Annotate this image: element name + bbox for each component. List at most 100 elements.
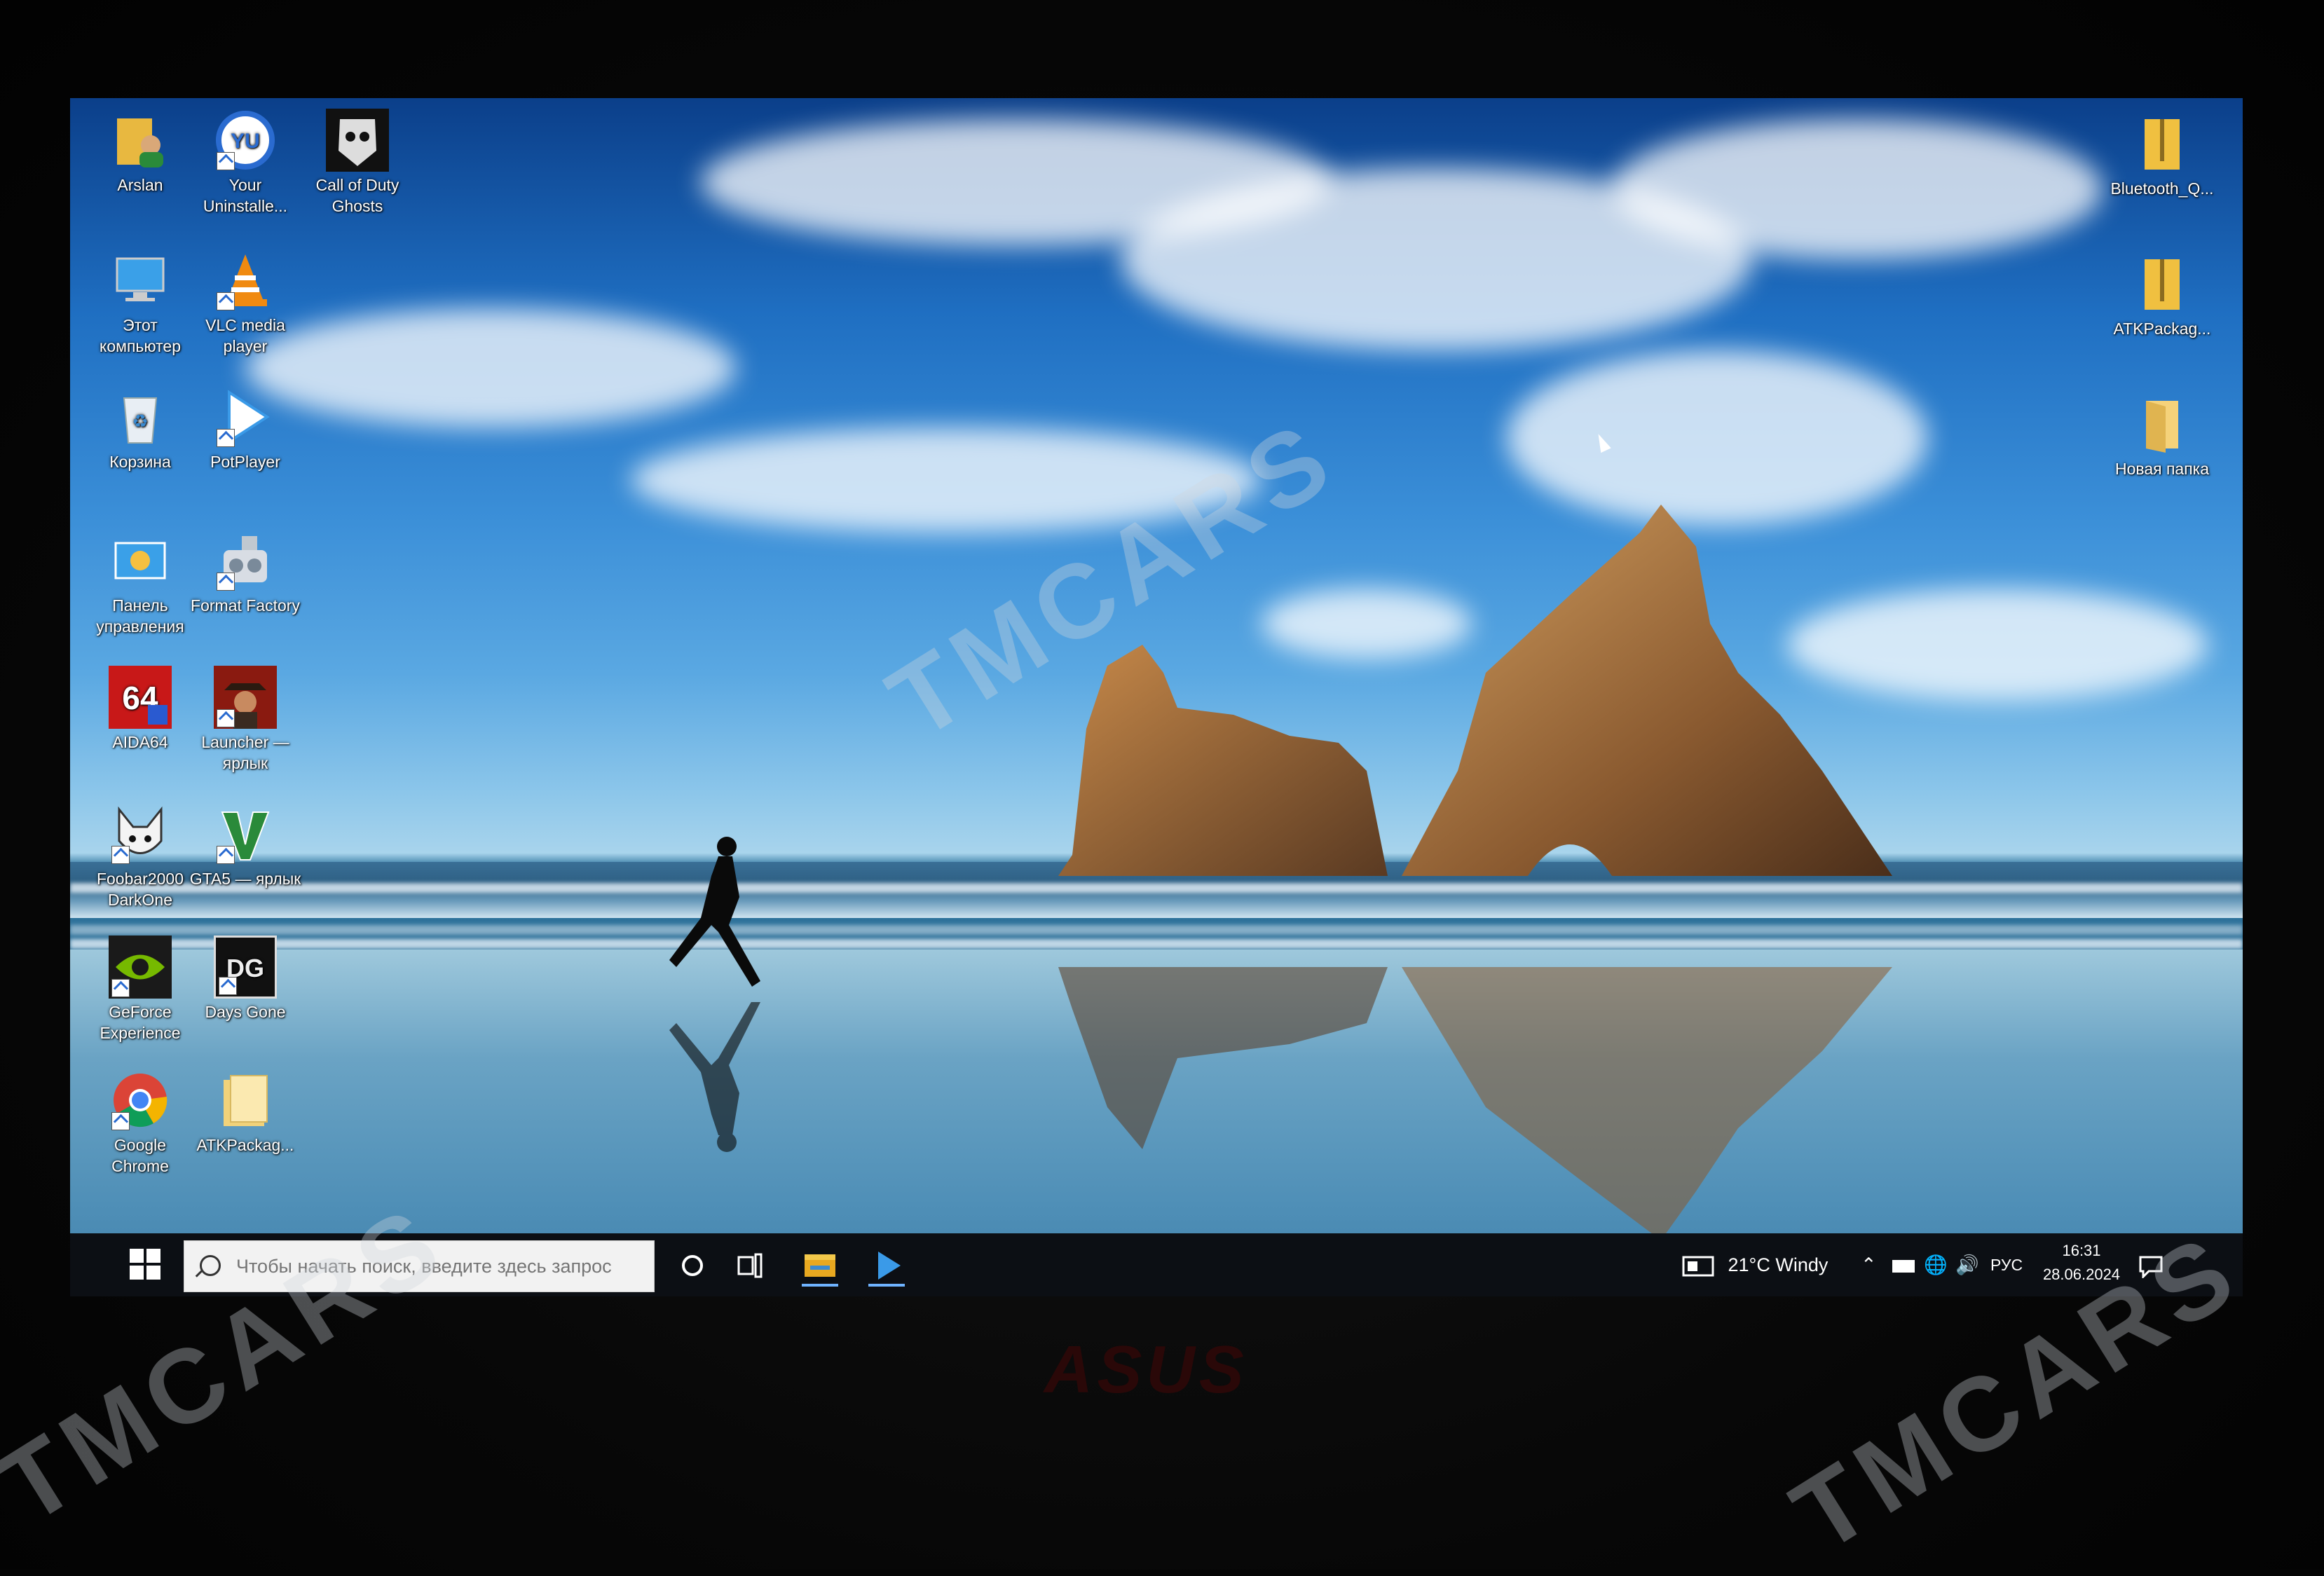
desktop-icon-aida64[interactable]: 64 AIDA64 bbox=[84, 666, 196, 753]
shortcut-arrow-icon bbox=[111, 846, 130, 864]
desktop-icon-potplayer[interactable]: PotPlayer bbox=[189, 385, 301, 472]
zip-archive-icon bbox=[2131, 252, 2194, 315]
icon-label: Format Factory bbox=[191, 596, 300, 615]
desktop-icon-days-gone[interactable]: DG Days Gone bbox=[189, 936, 301, 1022]
icon-label: Foobar2000 DarkOne bbox=[96, 870, 184, 909]
desktop-icon-this-computer[interactable]: Этот компьютер bbox=[84, 249, 196, 357]
shortcut-arrow-icon bbox=[217, 573, 235, 591]
desktop-icon-launcher[interactable]: Launcher — ярлык bbox=[189, 666, 301, 774]
foobar-cat-icon bbox=[109, 802, 172, 865]
desktop-icon-vlc[interactable]: VLC media player bbox=[189, 249, 301, 357]
svg-text:♻: ♻ bbox=[132, 411, 148, 432]
language-label: РУС bbox=[1990, 1256, 2023, 1274]
task-view-icon bbox=[737, 1253, 763, 1278]
shortcut-arrow-icon bbox=[219, 977, 237, 995]
cloud bbox=[245, 308, 736, 427]
icon-label: Панель управления bbox=[96, 596, 184, 636]
file-explorer-icon bbox=[805, 1254, 835, 1277]
shortcut-arrow-icon bbox=[111, 979, 130, 997]
network-indicator[interactable]: 🌐 bbox=[1924, 1233, 1948, 1296]
show-hidden-icons-button[interactable]: ⌃ bbox=[1861, 1233, 1877, 1296]
shortcut-arrow-icon bbox=[217, 152, 235, 170]
desktop-icon-control-panel[interactable]: Панель управления bbox=[84, 529, 196, 637]
file-explorer-taskbar-button[interactable] bbox=[799, 1245, 841, 1287]
cloud bbox=[1612, 119, 2103, 259]
your-uninstaller-icon: YU bbox=[214, 109, 277, 172]
vlc-cone-icon bbox=[214, 249, 277, 312]
task-view-button[interactable] bbox=[729, 1245, 771, 1287]
desktop-icon-arslan[interactable]: Arslan bbox=[84, 109, 196, 196]
cortana-button[interactable] bbox=[671, 1245, 713, 1287]
icon-label: Days Gone bbox=[205, 1003, 286, 1021]
runner-silhouette bbox=[669, 837, 760, 987]
aida64-icon: 64 bbox=[109, 666, 172, 729]
days-gone-icon: DG bbox=[214, 936, 277, 999]
active-indicator bbox=[868, 1284, 905, 1287]
icon-label: ATKPackag... bbox=[196, 1136, 294, 1154]
shortcut-arrow-icon bbox=[217, 709, 235, 727]
asus-monitor-logo: ASUS bbox=[1044, 1332, 1248, 1407]
icon-label: Google Chrome bbox=[111, 1136, 169, 1175]
battery-icon bbox=[1892, 1259, 1915, 1273]
icon-label: PotPlayer bbox=[210, 453, 280, 471]
chevron-up-icon: ⌃ bbox=[1861, 1254, 1877, 1275]
desktop-icon-geforce-experience[interactable]: GeForce Experience bbox=[84, 936, 196, 1043]
weather-widget[interactable]: 21°C Windy bbox=[1682, 1233, 1828, 1296]
cloud bbox=[1507, 350, 1927, 526]
small-rock-formation bbox=[1058, 645, 1388, 876]
language-indicator[interactable]: РУС bbox=[1990, 1233, 2023, 1296]
search-icon bbox=[200, 1255, 221, 1276]
icon-label: Arslan bbox=[117, 176, 163, 194]
desktop-icon-call-of-duty[interactable]: Call of Duty Ghosts bbox=[301, 109, 413, 217]
recycle-bin-icon: ♻ bbox=[109, 385, 172, 448]
nvidia-eye-icon bbox=[109, 936, 172, 999]
cortana-circle-icon bbox=[682, 1255, 703, 1276]
desktop-screen: Arslan YU Your Uninstalle... Call of Dut… bbox=[70, 98, 2243, 1296]
battery-indicator[interactable] bbox=[1892, 1233, 1915, 1296]
svg-text:YU: YU bbox=[231, 130, 260, 153]
shortcut-arrow-icon bbox=[217, 846, 235, 864]
icon-label: Корзина bbox=[109, 453, 171, 471]
desktop-icon-your-uninstaller[interactable]: YU Your Uninstalle... bbox=[189, 109, 301, 217]
gta-v-icon bbox=[214, 802, 277, 865]
volume-indicator[interactable]: 🔊 bbox=[1955, 1233, 1979, 1296]
arch-rock-formation bbox=[1402, 505, 1892, 876]
icon-label: Новая папка bbox=[2114, 460, 2210, 478]
icon-label: AIDA64 bbox=[112, 733, 168, 751]
computer-icon bbox=[109, 249, 172, 312]
desktop-icon-atkpackage-archive[interactable]: ATKPackag... bbox=[2106, 252, 2218, 339]
start-button[interactable] bbox=[130, 1249, 162, 1281]
desktop-icon-new-folder[interactable]: Новая папка bbox=[2106, 392, 2218, 479]
shortcut-arrow-icon bbox=[111, 1112, 130, 1130]
icon-label: Этот компьютер bbox=[100, 316, 181, 355]
folder-icon bbox=[214, 1069, 277, 1132]
active-indicator bbox=[802, 1284, 838, 1287]
desktop-icon-atkpackage[interactable]: ATKPackag... bbox=[189, 1069, 301, 1156]
desktop-icon-format-factory[interactable]: Format Factory bbox=[189, 529, 301, 616]
shortcut-arrow-icon bbox=[217, 292, 235, 310]
potplayer-taskbar-button[interactable] bbox=[866, 1245, 908, 1287]
desktop-icon-foobar2000[interactable]: Foobar2000 DarkOne bbox=[84, 802, 196, 910]
runner-reflection bbox=[669, 1002, 760, 1152]
format-factory-icon bbox=[214, 529, 277, 592]
weather-text: 21°C Windy bbox=[1728, 1254, 1829, 1275]
surf-line bbox=[70, 925, 2243, 935]
speaker-icon: 🔊 bbox=[1955, 1254, 1979, 1275]
desktop-icon-google-chrome[interactable]: Google Chrome bbox=[84, 1069, 196, 1177]
icon-label: Launcher — ярлык bbox=[201, 733, 289, 772]
surf-line bbox=[70, 883, 2243, 893]
icon-label: Bluetooth_Q... bbox=[2110, 179, 2214, 198]
weather-news-icon bbox=[1682, 1256, 1714, 1277]
zip-archive-icon bbox=[2131, 112, 2194, 175]
desktop-icon-recycle-bin[interactable]: ♻ Корзина bbox=[84, 385, 196, 472]
open-folder-icon bbox=[2131, 392, 2194, 455]
icon-label: Call of Duty Ghosts bbox=[315, 176, 399, 215]
user-folder-icon bbox=[109, 109, 172, 172]
surf-line bbox=[70, 939, 2243, 949]
desktop-icon-gta5[interactable]: GTA5 — ярлык bbox=[189, 802, 301, 889]
icon-label: ATKPackag... bbox=[2113, 320, 2211, 338]
desktop-icon-bluetooth-archive[interactable]: Bluetooth_Q... bbox=[2106, 112, 2218, 199]
icon-label: VLC media player bbox=[205, 316, 285, 355]
icon-label: GTA5 — ярлык bbox=[189, 870, 301, 888]
potplayer-play-icon bbox=[214, 385, 277, 448]
